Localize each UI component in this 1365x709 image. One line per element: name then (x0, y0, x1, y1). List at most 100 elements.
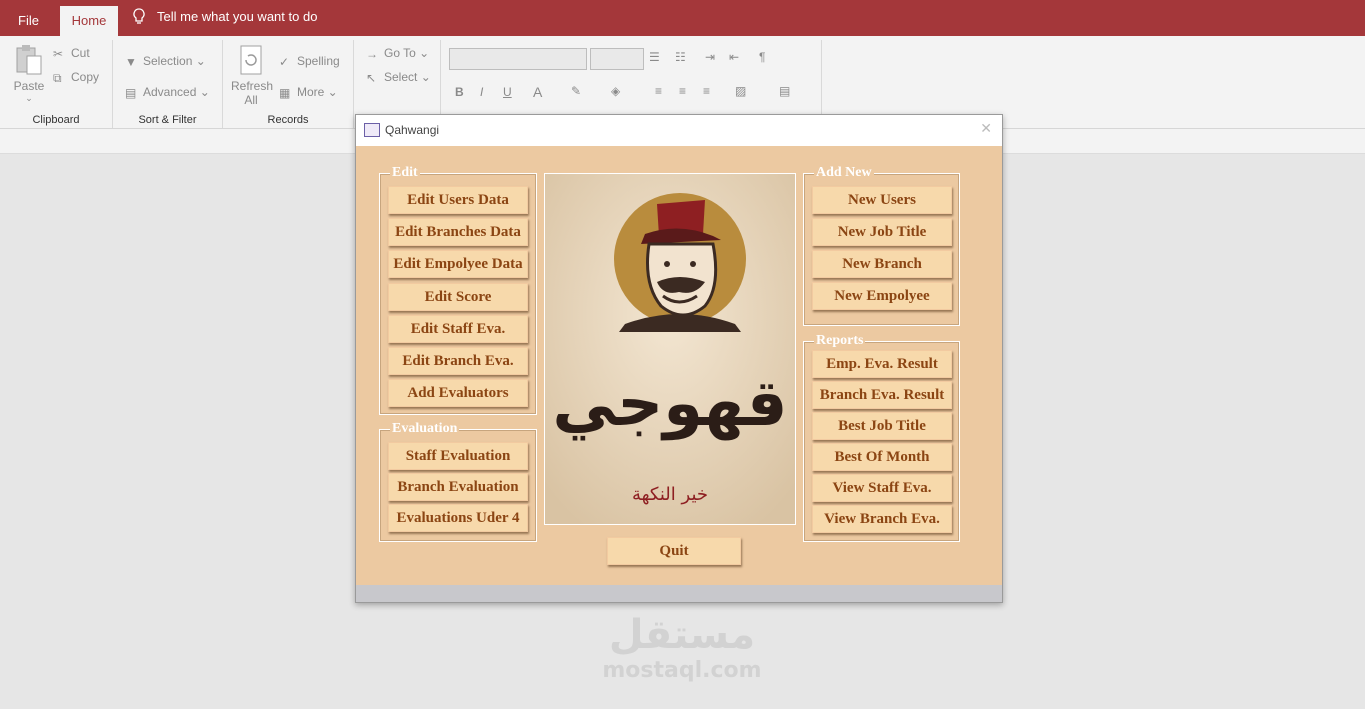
watermark-latin: mostaql.com (602, 658, 762, 683)
gridlines-icon[interactable]: ▨ (735, 84, 746, 98)
add-new-frame: Add New New Users New Job Title New Branch… (803, 165, 960, 326)
close-icon[interactable]: ✕ (980, 120, 992, 137)
staff-evaluation-button[interactable]: Staff Evaluation (388, 442, 528, 470)
advanced-label: Advanced (143, 85, 197, 99)
best-of-month-button[interactable]: Best Of Month (812, 443, 952, 471)
tab-file[interactable]: File (18, 6, 39, 36)
best-job-title-button[interactable]: Best Job Title (812, 412, 952, 440)
paste-label: Paste (13, 79, 45, 93)
emp-eva-result-button[interactable]: Emp. Eva. Result (812, 350, 952, 378)
logo-arabic-title: قهوجي (552, 367, 788, 441)
tab-home[interactable]: Home (60, 6, 118, 36)
align-left-icon[interactable]: ≡ (655, 84, 662, 98)
row-color-icon[interactable]: ▤ (779, 84, 790, 98)
paste-button[interactable]: Paste ⌄ (13, 44, 45, 104)
align-center-icon[interactable]: ≡ (679, 84, 686, 98)
select-label: Select (384, 70, 418, 84)
edit-users-data-button[interactable]: Edit Users Data (388, 186, 528, 214)
edit-frame: Edit Edit Users Data Edit Branches Data Ed… (379, 165, 537, 415)
bullets-icon[interactable]: ☰ (649, 50, 660, 64)
italic-button[interactable]: I (480, 85, 483, 99)
scissors-icon: ✂ (53, 46, 64, 61)
clipboard-group: Paste ⌄ ✂ Cut ⧉ Copy Clipboard (0, 40, 113, 128)
add-evaluators-button[interactable]: Add Evaluators (388, 379, 528, 408)
records-group-label: Records (267, 114, 309, 126)
advanced-button[interactable]: ▤ Advanced ⌄ (125, 85, 210, 100)
copy-button[interactable]: ⧉ Copy (53, 70, 99, 85)
logo-graphic (545, 174, 795, 524)
arrow-right-icon: → (366, 46, 378, 61)
tell-me-text: Tell me what you want to do (157, 9, 318, 24)
selection-label: Selection (143, 54, 193, 68)
logo-arabic-slogan: خير النكهة (631, 484, 709, 505)
more-button[interactable]: ▦ More ⌄ (279, 85, 338, 100)
spelling-icon: ✓ (279, 54, 290, 69)
align-right-icon[interactable]: ≡ (703, 84, 710, 98)
view-branch-eva-button[interactable]: View Branch Eva. (812, 505, 952, 533)
title-bar: File Home Tell me what you want to do (0, 0, 1365, 36)
selection-button[interactable]: ▼ Selection ⌄ (125, 54, 206, 69)
qahwangi-form: Qahwangi ✕ Edit Edit Users Data Edit Bran… (355, 114, 1003, 603)
refresh-icon (240, 45, 262, 75)
goto-button[interactable]: → Go To ⌄ (366, 46, 429, 61)
edit-branches-data-button[interactable]: Edit Branches Data (388, 218, 528, 247)
more-label: More (297, 85, 325, 99)
new-users-button[interactable]: New Users (812, 186, 952, 214)
new-job-title-button[interactable]: New Job Title (812, 218, 952, 246)
indent-icon[interactable]: ⇥ (705, 50, 715, 64)
fill-color-icon[interactable]: ◈ (611, 84, 620, 98)
reports-frame: Reports Emp. Eva. Result Branch Eva. Resu… (803, 333, 960, 542)
goto-label: Go To (384, 46, 416, 60)
font-name-combo[interactable] (449, 48, 587, 70)
paste-dropdown-icon: ⌄ (25, 93, 33, 103)
refresh-label: Refresh (231, 79, 274, 93)
highlight-icon[interactable]: ✎ (571, 84, 581, 98)
new-branch-button[interactable]: New Branch (812, 250, 952, 278)
numbering-icon[interactable]: ☷ (675, 50, 686, 64)
evaluation-frame: Evaluation Staff Evaluation Branch Evalua… (379, 421, 537, 542)
quit-button[interactable]: Quit (607, 537, 741, 565)
spelling-button[interactable]: ✓ Spelling (279, 54, 340, 69)
edit-branch-eva-button[interactable]: Edit Branch Eva. (388, 347, 528, 375)
form-status-strip (356, 585, 1002, 602)
branch-evaluation-button[interactable]: Branch Evaluation (388, 473, 528, 501)
refresh-all-button[interactable]: Refresh All (231, 44, 274, 107)
view-staff-eva-button[interactable]: View Staff Eva. (812, 474, 952, 502)
advanced-filter-icon: ▤ (125, 85, 137, 100)
watermark-arabic: مستقل (608, 612, 756, 658)
font-color-button[interactable]: A (533, 84, 542, 100)
font-size-combo[interactable] (590, 48, 644, 70)
cut-button[interactable]: ✂ Cut (53, 46, 90, 61)
refresh-sublabel: All (244, 93, 258, 107)
qahwangi-logo-image: قهوجي خير النكهة (544, 173, 796, 525)
edit-legend: Edit (390, 165, 420, 181)
form-title: Qahwangi (385, 123, 440, 137)
edit-staff-eva-button[interactable]: Edit Staff Eva. (388, 314, 528, 343)
underline-button[interactable]: U (503, 85, 512, 99)
edit-score-button[interactable]: Edit Score (388, 282, 528, 311)
table-icon: ▦ (279, 85, 291, 100)
lightbulb-icon (133, 8, 145, 24)
tell-me-box[interactable]: Tell me what you want to do (133, 0, 317, 36)
select-button[interactable]: ↖ Select ⌄ (366, 70, 431, 85)
edit-empolyee-data-button[interactable]: Edit Empolyee Data (388, 250, 528, 279)
mostaql-watermark: مستقل mostaql.com (596, 612, 768, 684)
cursor-icon: ↖ (366, 70, 377, 85)
cut-label: Cut (71, 46, 90, 60)
paste-icon (16, 45, 42, 75)
evaluations-uder-4-button[interactable]: Evaluations Uder 4 (388, 504, 528, 532)
filter-icon: ▼ (125, 54, 137, 69)
form-icon (364, 123, 380, 137)
copy-icon: ⧉ (53, 70, 62, 85)
evaluation-legend: Evaluation (390, 421, 460, 437)
paragraph-icon[interactable]: ¶ (759, 50, 765, 64)
reports-legend: Reports (814, 333, 866, 349)
clipboard-group-label: Clipboard (32, 114, 80, 126)
sort-filter-group: ▼ Selection ⌄ ▤ Advanced ⌄ Sort & Filter (113, 40, 223, 128)
new-empolyee-button[interactable]: New Empolyee (812, 282, 952, 310)
branch-eva-result-button[interactable]: Branch Eva. Result (812, 381, 952, 409)
bold-button[interactable]: B (455, 85, 464, 99)
copy-label: Copy (71, 70, 100, 84)
outdent-icon[interactable]: ⇤ (729, 50, 739, 64)
sort-filter-group-label: Sort & Filter (138, 114, 197, 126)
